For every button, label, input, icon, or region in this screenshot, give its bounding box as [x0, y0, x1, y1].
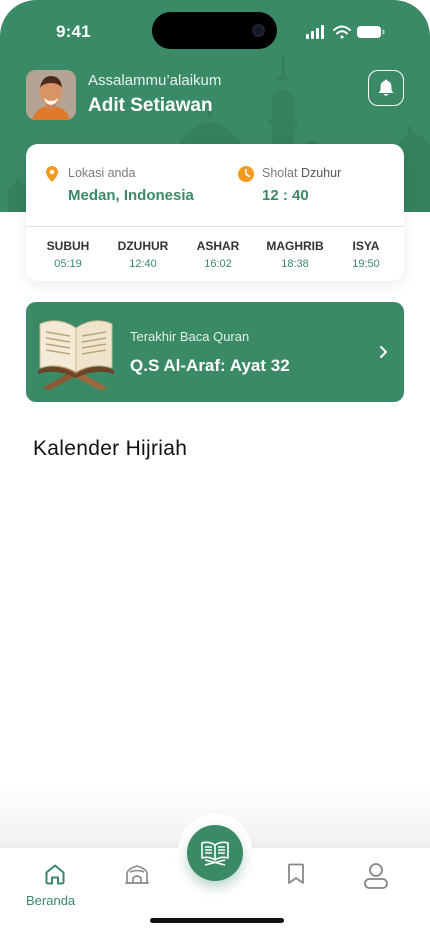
user-avatar-icon: [26, 70, 76, 120]
prayer-name: ASHAR: [196, 239, 240, 253]
quran-button[interactable]: [187, 825, 243, 881]
prayer-time-isya: ISYA 19:50: [334, 239, 398, 270]
sholat-word: Sholat: [262, 166, 298, 180]
prayer-time-ashar: ASHAR 16:02: [186, 239, 250, 270]
nav-item-profile[interactable]: [356, 862, 396, 892]
greeting-text: Assalammu’alaikum: [88, 72, 222, 89]
quran-icon: [201, 841, 229, 866]
prayer-time: 05:19: [54, 258, 82, 270]
prayer-info-card: Lokasi anda Medan, Indonesia Sholat Dzuh…: [26, 144, 404, 281]
clock-icon: [238, 166, 254, 182]
location-value[interactable]: Medan, Indonesia: [68, 187, 194, 204]
wifi-icon: [333, 25, 351, 39]
prayer-time-maghrib: MAGHRIB 18:38: [263, 239, 327, 270]
card-divider: [26, 226, 404, 227]
dynamic-island: [152, 12, 277, 49]
last-read-label: Terakhir Baca Quran: [130, 329, 250, 344]
prayer-name: ISYA: [352, 239, 380, 253]
prayer-time: 12:40: [129, 258, 157, 270]
location-label: Lokasi anda: [68, 166, 136, 180]
status-time: 9:41: [56, 22, 91, 41]
home-icon: [45, 864, 65, 885]
mosque-icon: [125, 865, 149, 884]
last-read-value: Q.S Al-Araf: Ayat 32: [130, 356, 290, 375]
camera-icon: [252, 24, 265, 37]
open-quran-icon: [38, 320, 114, 390]
last-read-card[interactable]: Terakhir Baca Quran Q.S Al-Araf: Ayat 32: [26, 302, 404, 402]
bookmark-icon: [288, 863, 304, 884]
location-pin-icon: [46, 166, 58, 182]
app-screen: 9:41 Assalammu’alaikum Adit Setiawan Lok…: [0, 0, 430, 932]
bell-icon: [378, 79, 394, 96]
status-icons: [306, 25, 385, 39]
prayer-time-dzuhur: DZUHUR 12:40: [111, 239, 175, 270]
cellular-signal-icon: [306, 25, 324, 39]
prayer-times-row: SUBUH 05:19 DZUHUR 12:40 ASHAR 16:02 MAG…: [26, 239, 404, 271]
hijri-calendar-title: Kalender Hijriah: [33, 437, 188, 460]
prayer-time: 18:38: [281, 258, 309, 270]
nav-item-bookmark[interactable]: [276, 862, 316, 892]
status-bar: 9:41: [0, 0, 430, 64]
next-prayer-time: 12 : 40: [262, 187, 309, 204]
chevron-right-icon[interactable]: [378, 344, 390, 360]
prayer-time: 19:50: [352, 258, 380, 270]
next-prayer-label: Sholat Dzuhur: [262, 166, 341, 180]
nav-item-home[interactable]: [35, 862, 75, 892]
avatar[interactable]: [26, 70, 76, 120]
notification-button[interactable]: [368, 70, 404, 106]
profile-icon: [364, 863, 388, 889]
prayer-name: DZUHUR: [117, 239, 169, 253]
prayer-name: SUBUH: [46, 239, 90, 253]
prayer-name: MAGHRIB: [266, 239, 324, 253]
battery-icon: [357, 26, 385, 38]
prayer-time-subuh: SUBUH 05:19: [36, 239, 100, 270]
user-name: Adit Setiawan: [88, 95, 213, 116]
nav-label-home[interactable]: Beranda: [26, 893, 75, 908]
next-prayer-name: Dzuhur: [300, 166, 342, 180]
home-indicator: [150, 918, 284, 923]
prayer-time: 16:02: [204, 258, 232, 270]
nav-item-mosque[interactable]: [117, 862, 157, 892]
